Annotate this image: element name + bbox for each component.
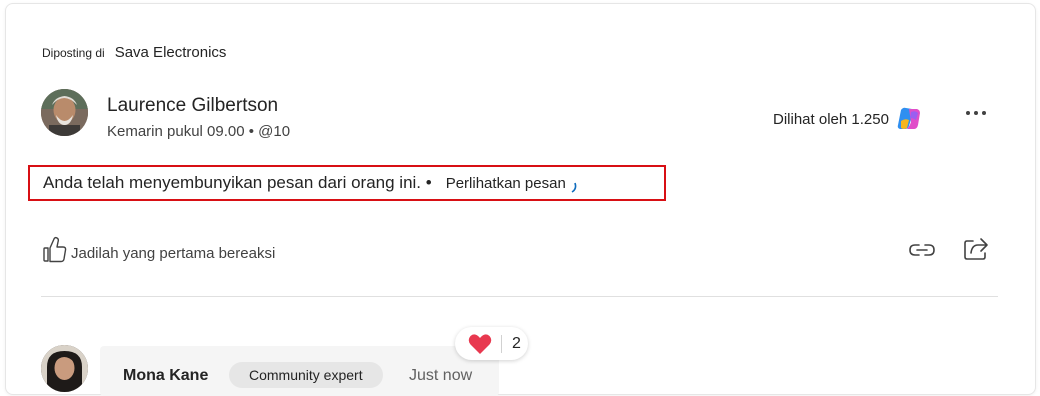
post-timestamp: Kemarin pukul 09.00 • @10 bbox=[107, 123, 291, 140]
comment-author-name[interactable]: Mona Kane bbox=[123, 367, 208, 385]
community-expert-badge: Community expert bbox=[229, 362, 383, 388]
show-message-button[interactable]: Perlihatkan pesan bbox=[445, 174, 577, 193]
link-icon bbox=[909, 244, 935, 256]
reaction-separator bbox=[501, 334, 502, 353]
more-horizontal-icon bbox=[966, 111, 986, 115]
loading-arc-icon bbox=[571, 182, 577, 193]
reaction-count: 2 bbox=[512, 334, 521, 352]
copilot-icon[interactable] bbox=[895, 106, 923, 132]
comment-timestamp: Just now bbox=[409, 367, 473, 384]
share-icon bbox=[964, 238, 988, 260]
section-divider bbox=[41, 296, 998, 297]
view-count-text: Dilihat oleh 1.250 bbox=[773, 110, 889, 128]
share-button[interactable] bbox=[962, 235, 990, 263]
first-react-label: Jadilah yang pertama bereaksi bbox=[71, 244, 276, 262]
comment-reactions[interactable]: 2 bbox=[455, 327, 528, 360]
author-avatar[interactable] bbox=[41, 89, 88, 136]
posted-in-label: Diposting di bbox=[42, 46, 105, 60]
view-count: Dilihat oleh 1.250 bbox=[773, 106, 923, 132]
hidden-message-text: Anda telah menyembunyikan pesan dari ora… bbox=[43, 173, 432, 192]
show-message-label: Perlihatkan pesan bbox=[445, 174, 566, 192]
community-link[interactable]: Sava Electronics bbox=[115, 44, 227, 61]
thumb-like-icon bbox=[43, 236, 67, 263]
hidden-message-notice: Anda telah menyembunyikan pesan dari ora… bbox=[28, 165, 666, 201]
more-options-button[interactable] bbox=[963, 100, 989, 126]
author-name[interactable]: Laurence Gilbertson bbox=[107, 95, 278, 117]
commenter-avatar[interactable] bbox=[41, 345, 88, 392]
react-button[interactable]: Jadilah yang pertama bereaksi bbox=[43, 236, 275, 264]
copy-link-button[interactable] bbox=[908, 236, 936, 264]
posted-in-row: Diposting di Sava Electronics bbox=[42, 44, 226, 61]
heart-icon bbox=[468, 333, 492, 354]
comment-bubble: Mona Kane Community expert Just now bbox=[100, 346, 499, 396]
